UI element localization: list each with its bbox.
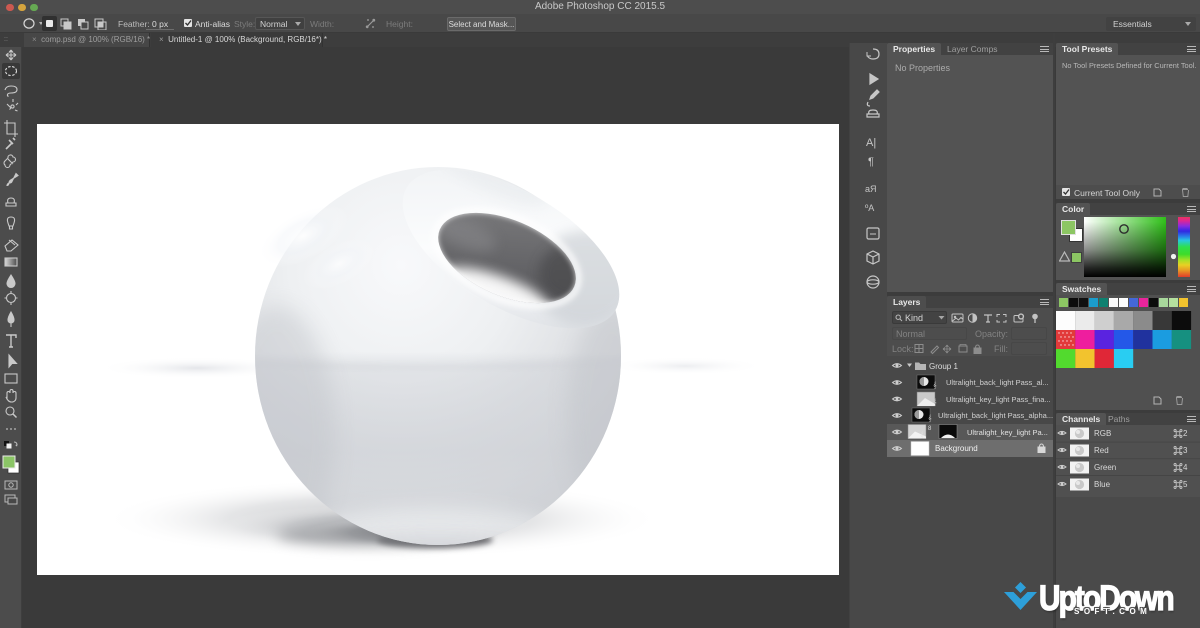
svg-text:3: 3	[1183, 446, 1188, 455]
svg-text:A|: A|	[866, 137, 876, 149]
svg-text:𝄞: 𝄞	[928, 414, 932, 422]
svg-text:𝄞: 𝄞	[920, 431, 924, 439]
svg-text:Red: Red	[1094, 446, 1109, 455]
svg-text:5: 5	[1183, 480, 1188, 489]
svg-text:Background: Background	[935, 444, 978, 453]
svg-text:Group 1: Group 1	[929, 362, 958, 371]
svg-text:¶: ¶	[868, 156, 874, 168]
svg-text:𝄞: 𝄞	[933, 381, 937, 389]
svg-text:4: 4	[1183, 463, 1188, 472]
svg-text:Blue: Blue	[1094, 480, 1111, 489]
svg-text:Green: Green	[1094, 463, 1116, 472]
svg-text:2: 2	[1183, 429, 1188, 438]
svg-text:Ultralight_key_light Pa...: Ultralight_key_light Pa...	[967, 428, 1048, 437]
svg-text:Ultralight_back_light Pass_al.: Ultralight_back_light Pass_al...	[946, 378, 1049, 387]
svg-text:RGB: RGB	[1094, 429, 1111, 438]
svg-text:ºA: ºA	[865, 203, 874, 213]
svg-text:aЯ: aЯ	[865, 184, 877, 194]
svg-text:𝄞: 𝄞	[933, 398, 937, 406]
svg-text:Ultralight_key_light Pass_fina: Ultralight_key_light Pass_fina...	[946, 395, 1051, 404]
svg-text:Ultralight_back_light Pass_alp: Ultralight_back_light Pass_alpha...	[938, 411, 1053, 420]
